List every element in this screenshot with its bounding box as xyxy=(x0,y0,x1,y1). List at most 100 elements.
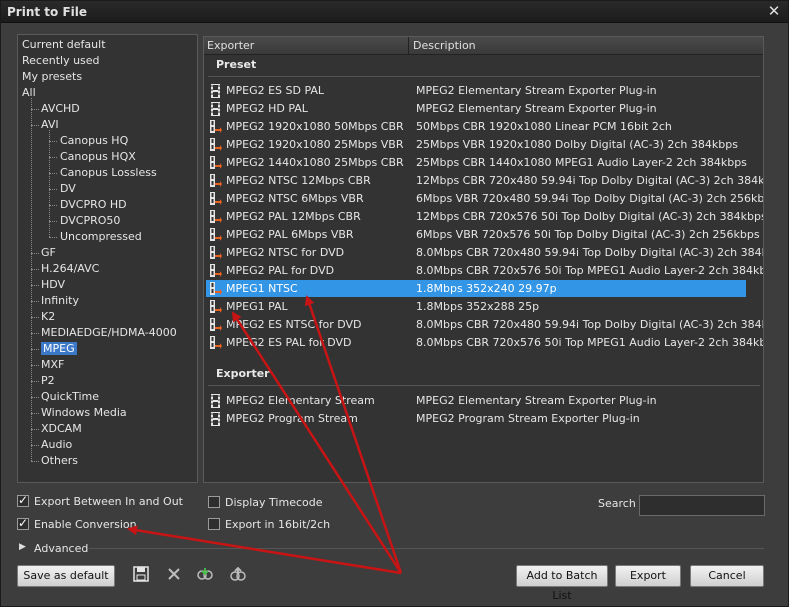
tree-item-dvcpro-hd[interactable]: DVCPRO HD xyxy=(60,197,127,213)
tree-item-audio[interactable]: Audio xyxy=(41,437,72,453)
enable-conversion-checkbox[interactable] xyxy=(17,516,29,530)
save-icon[interactable] xyxy=(132,565,150,583)
tree-guide-line xyxy=(49,189,57,190)
exporter-row[interactable]: MPEG2 PAL 12Mbps CBR 12Mbps CBR 720x576 5… xyxy=(206,208,763,225)
exporter-row[interactable]: MPEG2 1920x1080 50Mbps CBR 50Mbps CBR 192… xyxy=(206,118,746,135)
advanced-expand-icon[interactable]: ▶ xyxy=(19,542,26,552)
category-tree[interactable]: Current default Recently used My presets Al… xyxy=(17,34,198,483)
tree-guide-line xyxy=(31,253,39,254)
export-16bit-checkbox[interactable] xyxy=(208,518,220,530)
export-between-checkbox[interactable] xyxy=(17,493,29,507)
tree-item-label: Canopus HQ xyxy=(60,134,129,147)
exporter-row[interactable]: MPEG2 NTSC 6Mbps VBR 6Mbps VBR 720x480 59… xyxy=(206,190,763,207)
tree-item-dvcpro50[interactable]: DVCPRO50 xyxy=(60,213,120,229)
column-header-exporter[interactable]: Exporter xyxy=(207,39,254,52)
tree-item-my-presets[interactable]: My presets xyxy=(22,69,82,85)
exporter-description: 6Mbps VBR 720x480 59.94i Top Dolby Digit… xyxy=(416,192,764,205)
print-to-file-dialog: Print to File ✕ Current default Recently … xyxy=(0,0,789,607)
search-input[interactable] xyxy=(639,495,765,516)
advanced-toggle[interactable]: Advanced xyxy=(34,542,88,555)
tree-item-canopus-hq[interactable]: Canopus HQ xyxy=(60,133,128,149)
tree-item-label: MXF xyxy=(41,358,65,371)
tree-guide-line xyxy=(31,98,32,461)
film-export-icon xyxy=(210,336,222,349)
tree-item-mediaedge-hdma-4000[interactable]: MEDIAEDGE/HDMA-4000 xyxy=(41,325,177,341)
tree-item-k2[interactable]: K2 xyxy=(41,309,55,325)
column-separator[interactable] xyxy=(408,37,409,55)
exporter-description: 1.8Mbps 352x240 29.97p xyxy=(416,282,557,295)
exporter-row[interactable]: MPEG2 1440x1080 25Mbps CBR 25Mbps CBR 144… xyxy=(206,154,747,171)
tree-item-uncompressed[interactable]: Uncompressed xyxy=(60,229,142,245)
save-as-default-button[interactable]: Save as default xyxy=(17,565,115,587)
tree-item-label: Current default xyxy=(22,38,106,51)
film-export-icon xyxy=(210,300,222,313)
tree-item-label: Windows Media xyxy=(41,406,127,419)
tree-item-label: Others xyxy=(41,454,78,467)
exporter-row[interactable]: MPEG2 ES SD PAL MPEG2 Elementary Stream E… xyxy=(206,82,746,99)
tree-item-windows-media[interactable]: Windows Media xyxy=(41,405,127,421)
tree-item-mpeg[interactable]: MPEG xyxy=(41,341,77,357)
exporter-name: MPEG2 HD PAL xyxy=(226,102,308,115)
tree-item-all[interactable]: All xyxy=(22,85,36,101)
tree-guide-line xyxy=(31,301,39,302)
tree-item-h-264-avc[interactable]: H.264/AVC xyxy=(41,261,99,277)
film-strip-icon xyxy=(211,394,220,408)
cancel-button[interactable]: Cancel xyxy=(690,565,764,587)
film-strip-icon xyxy=(211,102,220,116)
exporter-name: MPEG2 NTSC 6Mbps VBR xyxy=(226,192,364,205)
tree-item-quicktime[interactable]: QuickTime xyxy=(41,389,99,405)
display-timecode-checkbox[interactable] xyxy=(208,496,220,508)
close-icon[interactable]: ✕ xyxy=(766,3,782,19)
exporter-row[interactable]: MPEG2 1920x1080 25Mbps VBR 25Mbps VBR 192… xyxy=(206,136,746,153)
tree-item-recently-used[interactable]: Recently used xyxy=(22,53,100,69)
dialog-title: Print to File xyxy=(7,5,88,19)
tree-guide-line xyxy=(49,221,57,222)
film-export-icon xyxy=(210,228,222,241)
exporter-row[interactable]: MPEG2 NTSC for DVD 8.0Mbps CBR 720x480 59… xyxy=(206,244,763,261)
exporter-description: 25Mbps VBR 1920x1080 Dolby Digital (AC-3… xyxy=(416,138,738,151)
exporter-row[interactable]: MPEG2 Program Stream MPEG2 Program Stream… xyxy=(206,410,746,427)
exporter-row[interactable]: MPEG2 PAL for DVD 8.0Mbps CBR 720x576 50i… xyxy=(206,262,763,279)
column-header-description[interactable]: Description xyxy=(413,39,476,52)
exporter-row[interactable]: MPEG1 PAL 1.8Mbps 352x288 25p xyxy=(206,298,746,315)
tree-item-current-default[interactable]: Current default xyxy=(22,37,106,53)
exporter-row[interactable]: MPEG2 ES PAL for DVD 8.0Mbps CBR 720x576 … xyxy=(206,334,763,351)
tree-item-label: Canopus Lossless xyxy=(60,166,157,179)
exporter-row[interactable]: MPEG2 ES NTSC for DVD 8.0Mbps CBR 720x480… xyxy=(206,316,763,333)
export-preset-icon[interactable] xyxy=(229,565,247,583)
tree-guide-line xyxy=(31,109,39,110)
export-button[interactable]: Export xyxy=(615,565,681,587)
tree-item-canopus-hqx[interactable]: Canopus HQX xyxy=(60,149,136,165)
exporter-name: MPEG2 1920x1080 25Mbps VBR xyxy=(226,138,404,151)
exporter-row[interactable]: MPEG1 NTSC 1.8Mbps 352x240 29.97p xyxy=(206,280,746,297)
tree-item-xdcam[interactable]: XDCAM xyxy=(41,421,82,437)
exporter-name: MPEG2 PAL for DVD xyxy=(226,264,335,277)
tree-guide-line xyxy=(49,173,57,174)
exporter-row[interactable]: MPEG2 NTSC 12Mbps CBR 12Mbps CBR 720x480 … xyxy=(206,172,763,189)
film-export-icon xyxy=(210,192,222,205)
exporter-row[interactable]: MPEG2 Elementary Stream MPEG2 Elementary … xyxy=(206,392,746,409)
list-header: Exporter Description xyxy=(204,37,763,55)
exporter-name: MPEG2 Elementary Stream xyxy=(226,394,375,407)
exporter-list[interactable]: Exporter Description Preset MPEG2 ES SD … xyxy=(203,36,764,483)
title-bar[interactable]: Print to File ✕ xyxy=(1,1,788,23)
tree-item-gf[interactable]: GF xyxy=(41,245,56,261)
tree-item-label: Audio xyxy=(41,438,73,451)
add-to-batch-list-button[interactable]: Add to Batch List xyxy=(516,565,608,602)
tree-item-p2[interactable]: P2 xyxy=(41,373,55,389)
exporter-row[interactable]: MPEG2 PAL 6Mbps VBR 6Mbps VBR 720x576 50i… xyxy=(206,226,760,243)
tree-guide-line xyxy=(31,413,39,414)
delete-icon[interactable] xyxy=(165,565,183,583)
tree-item-others[interactable]: Others xyxy=(41,453,78,469)
tree-item-infinity[interactable]: Infinity xyxy=(41,293,79,309)
tree-item-canopus-lossless[interactable]: Canopus Lossless xyxy=(60,165,157,181)
exporter-row[interactable]: MPEG2 HD PAL MPEG2 Elementary Stream Expo… xyxy=(206,100,746,117)
tree-guide-line xyxy=(31,317,39,318)
tree-item-label: H.264/AVC xyxy=(41,262,100,275)
tree-item-avi[interactable]: AVI xyxy=(41,117,59,133)
tree-item-avchd[interactable]: AVCHD xyxy=(41,101,80,117)
tree-item-hdv[interactable]: HDV xyxy=(41,277,65,293)
tree-item-mxf[interactable]: MXF xyxy=(41,357,64,373)
import-preset-icon[interactable] xyxy=(196,565,214,583)
tree-item-dv[interactable]: DV xyxy=(60,181,76,197)
